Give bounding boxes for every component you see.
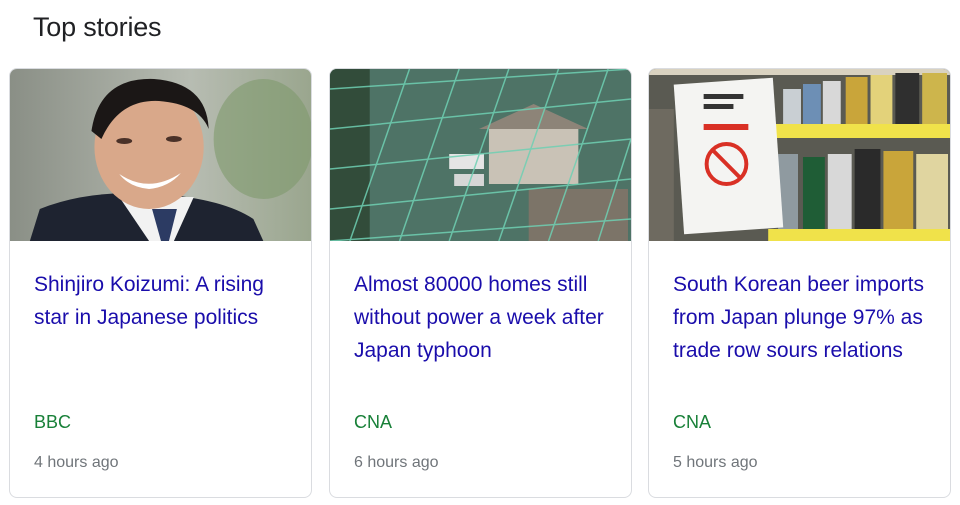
section-title: Top stories (33, 12, 162, 42)
story-thumbnail-typhoon-damage[interactable] (330, 69, 631, 241)
story-thumbnail-politician[interactable] (10, 69, 311, 241)
story-thumbnail-beer-shelves[interactable] (649, 69, 950, 241)
story-card[interactable]: Shinjiro Koizumi: A rising star in Japan… (9, 68, 312, 498)
story-timestamp: 4 hours ago (34, 454, 119, 471)
story-timestamp: 5 hours ago (673, 454, 758, 471)
story-card[interactable]: South Korean beer imports from Japan plu… (648, 68, 951, 498)
story-headline[interactable]: Shinjiro Koizumi: A rising star in Japan… (34, 268, 292, 334)
story-source: CNA (673, 412, 712, 432)
story-source: BBC (34, 412, 72, 432)
story-headline[interactable]: South Korean beer imports from Japan plu… (673, 268, 931, 367)
story-card[interactable]: Almost 80000 homes still without power a… (329, 68, 632, 498)
story-source: CNA (354, 412, 393, 432)
story-timestamp: 6 hours ago (354, 454, 439, 471)
story-headline[interactable]: Almost 80000 homes still without power a… (354, 268, 612, 367)
